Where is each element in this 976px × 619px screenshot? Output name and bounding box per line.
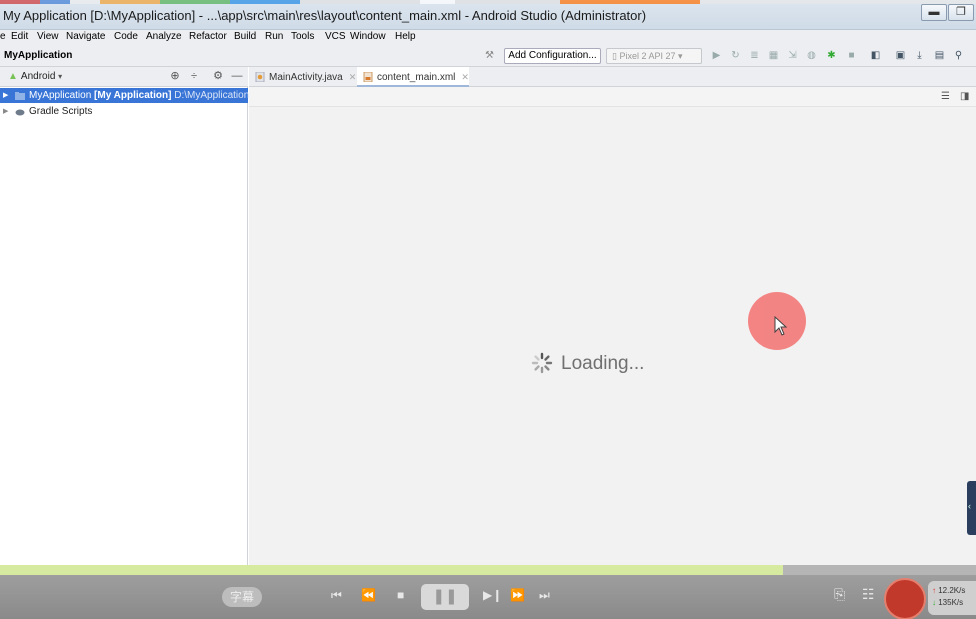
tree-item-myapplication[interactable]: ▶ MyApplication [My Application] D:\MyAp…	[0, 88, 250, 103]
video-progress-fill	[0, 565, 783, 575]
hide-icon[interactable]: —	[231, 70, 243, 82]
sync-project-icon[interactable]: ◧	[870, 50, 881, 61]
skip-forward-icon[interactable]: ⏭	[539, 588, 550, 603]
step-forward-icon[interactable]: ▶❙	[483, 588, 502, 602]
project-name: MyApplication	[4, 50, 73, 61]
menu-help[interactable]: Help	[395, 31, 416, 42]
loading-indicator: Loading...	[531, 352, 645, 375]
stop-icon[interactable]: ■	[846, 50, 857, 61]
window-title-bar: My Application [D:\MyApplication] - ...\…	[0, 0, 976, 30]
locate-icon[interactable]: ⊕	[169, 70, 181, 82]
menu-analyze[interactable]: Analyze	[146, 31, 182, 42]
playlist-icon[interactable]: ☷	[862, 586, 875, 603]
close-icon[interactable]: ✕	[461, 72, 469, 82]
record-button[interactable]	[884, 578, 926, 619]
tree-item-label: MyApplication [My Application] D:\MyAppl…	[29, 90, 250, 101]
project-view-selector[interactable]: ▲ Android ▾	[8, 71, 62, 82]
project-tool-window: ▲ Android ▾ ⊕ ÷ ⚙ — ▶ MyApplication [My A…	[0, 67, 250, 565]
expand-arrow-icon[interactable]: ▶	[3, 88, 8, 103]
fast-forward-icon[interactable]: ⏩	[510, 588, 525, 602]
upload-speed: 12.2K/s	[938, 586, 966, 595]
taskbar-strip	[0, 0, 976, 4]
menu-navigate[interactable]: Navigate	[66, 31, 105, 42]
tab-label: MainActivity.java	[269, 72, 343, 83]
hammer-icon[interactable]: ⚒	[484, 50, 495, 61]
android-debug-icon[interactable]: ✱	[826, 50, 837, 61]
coverage-icon[interactable]: ◍	[806, 50, 817, 61]
search-everywhere-icon[interactable]: ⚲	[953, 50, 964, 61]
skip-back-icon[interactable]: ⏮	[331, 588, 342, 603]
attach-debugger-icon[interactable]: ⇲	[787, 50, 798, 61]
collapse-all-icon[interactable]: ÷	[188, 70, 200, 82]
tree-item-gradle-scripts[interactable]: ▶ Gradle Scripts	[0, 104, 248, 119]
loading-text: Loading...	[561, 353, 645, 374]
tree-item-path: D:\MyApplication	[174, 90, 250, 101]
screenshot-icon[interactable]: ⎘	[834, 586, 845, 603]
chevron-down-icon: ▾	[58, 72, 63, 81]
list-view-icon[interactable]: ☰	[941, 91, 950, 102]
menu-bar: e Edit View Navigate Code Analyze Refact…	[0, 30, 976, 45]
java-class-icon	[255, 72, 265, 82]
video-progress-bar[interactable]	[0, 565, 976, 575]
android-icon: ▲	[8, 71, 18, 82]
spinner-icon	[531, 352, 553, 374]
menu-window[interactable]: Window	[350, 31, 386, 42]
menu-edit[interactable]: Edit	[11, 31, 28, 42]
upload-arrow-icon: ↑	[932, 586, 936, 595]
menu-file[interactable]: e	[0, 31, 6, 42]
chevron-down-icon: ▾	[675, 51, 683, 61]
tab-label: content_main.xml	[377, 72, 456, 83]
tree-item-label: Gradle Scripts	[29, 106, 93, 117]
download-speed: 135K/s	[938, 598, 964, 607]
avd-manager-icon[interactable]: ▣	[895, 50, 906, 61]
menu-view[interactable]: View	[37, 31, 59, 42]
project-pane-header: ▲ Android ▾ ⊕ ÷ ⚙ —	[0, 67, 248, 87]
module-folder-icon	[15, 92, 25, 100]
video-player-controls: 字幕 ⏮ ⏪ ■ ❚❚ ▶❙ ⏩ ⏭ ⎘ ☷ ↑ 12.2K/s ↓ 135K/…	[0, 575, 976, 619]
side-panel-handle[interactable]: ‹	[967, 481, 976, 535]
device-selector[interactable]: ▯ Pixel 2 API 27 ▾	[606, 48, 702, 64]
window-title: My Application [D:\MyApplication] - ...\…	[3, 8, 647, 23]
mouse-cursor-icon	[774, 316, 788, 336]
xml-layout-icon	[363, 72, 373, 82]
debug-icon[interactable]: ≣	[749, 50, 760, 61]
subtitle-button[interactable]: 字幕	[222, 587, 262, 607]
layout-editor: ☰ ◨ Loading... ‹	[249, 87, 976, 565]
main-toolbar: MyApplication ⚒ Add Configuration... ▯ P…	[0, 45, 976, 67]
gear-icon[interactable]: ⚙	[212, 70, 224, 82]
maximize-button[interactable]: ❐	[948, 4, 974, 21]
rewind-icon[interactable]: ⏪	[361, 588, 376, 602]
chevron-left-icon: ‹	[968, 501, 971, 511]
tab-mainactivity-java[interactable]: MainActivity.java ✕	[249, 67, 357, 87]
close-icon[interactable]: ✕	[349, 72, 357, 82]
network-speed: ↑ 12.2K/s ↓ 135K/s	[928, 581, 976, 615]
menu-refactor[interactable]: Refactor	[189, 31, 227, 42]
device-label: Pixel 2 API 27	[619, 51, 676, 61]
click-highlight	[748, 292, 806, 350]
menu-build[interactable]: Build	[234, 31, 256, 42]
expand-arrow-icon[interactable]: ▶	[3, 104, 8, 119]
stop-icon[interactable]: ■	[397, 588, 404, 602]
split-view-icon[interactable]: ◨	[960, 91, 969, 102]
add-configuration-button[interactable]: Add Configuration...	[504, 48, 601, 64]
device-monitor-icon[interactable]: ▤	[934, 50, 945, 61]
gradle-icon	[15, 109, 25, 116]
editor-tabs: MainActivity.java ✕ content_main.xml ✕	[249, 67, 976, 87]
tree-item-module: [My Application]	[94, 90, 172, 101]
minimize-button[interactable]: ▬	[921, 4, 947, 21]
pause-button[interactable]: ❚❚	[421, 584, 469, 610]
apply-changes-icon[interactable]: ↻	[730, 50, 741, 61]
sdk-manager-icon[interactable]: ⤓	[914, 50, 925, 61]
run-icon[interactable]: ▶	[711, 50, 722, 61]
menu-code[interactable]: Code	[114, 31, 138, 42]
pause-icon: ❚❚	[432, 588, 458, 605]
editor-subbar: ☰ ◨	[249, 87, 976, 107]
download-arrow-icon: ↓	[932, 598, 936, 607]
menu-vcs[interactable]: VCS	[325, 31, 346, 42]
tab-content-main-xml[interactable]: content_main.xml ✕	[357, 67, 469, 87]
menu-tools[interactable]: Tools	[291, 31, 314, 42]
menu-run[interactable]: Run	[265, 31, 283, 42]
project-view-label: Android	[20, 71, 56, 82]
profile-icon[interactable]: ▦	[768, 50, 779, 61]
